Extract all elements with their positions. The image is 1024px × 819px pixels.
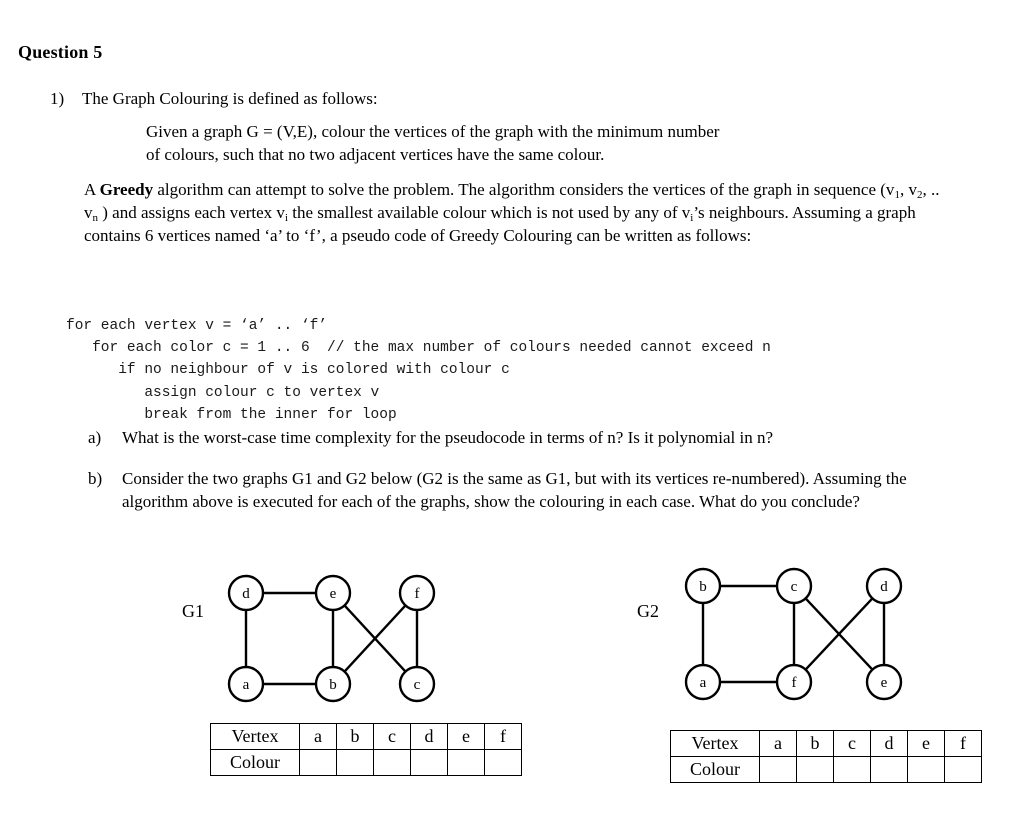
pseudocode-block: for each vertex v = ‘a’ .. ‘f’ for each …	[66, 317, 771, 424]
graph-node-label-b: b	[699, 579, 707, 595]
graph-node-label-f: f	[792, 675, 797, 691]
question-b-text: Consider the two graphs G1 and G2 below …	[122, 469, 907, 511]
greedy-sub-1: 1	[894, 189, 900, 201]
graph-node-c: c	[775, 567, 813, 605]
question-a: a) What is the worst-case time complexit…	[88, 427, 948, 450]
colour-table-g1: Vertex a b c d e f Colour	[210, 723, 522, 776]
table-colour-cell[interactable]	[484, 749, 522, 776]
graph-node-label-e: e	[330, 586, 337, 602]
graph-node-a: a	[684, 663, 722, 701]
greedy-part-5: ) and assigns each vertex v	[98, 202, 285, 222]
table-vertex-cell: b	[796, 730, 834, 757]
table-row: Vertex a b c d e f	[670, 730, 982, 757]
graph-node-f: f	[398, 574, 436, 612]
table-colour-cell[interactable]	[759, 756, 797, 783]
page-title: Question 5	[18, 42, 103, 62]
question-a-marker: a)	[88, 428, 102, 447]
graph-node-label-d: d	[880, 579, 888, 595]
table-row: Vertex a b c d e f	[210, 723, 522, 750]
table-vertex-cell: f	[944, 730, 982, 757]
graph-node-c: c	[398, 665, 436, 703]
table-vertex-cell: c	[373, 723, 411, 750]
table-vertex-cell: d	[410, 723, 448, 750]
graph-node-label-e: e	[881, 675, 888, 691]
table-colour-cell[interactable]	[833, 756, 871, 783]
graph-diagram-g2: b c d a f e	[684, 567, 903, 701]
table-vertex-cell: a	[299, 723, 337, 750]
graph-node-b: b	[684, 567, 722, 605]
table-row-header: Colour	[210, 749, 300, 776]
graph-node-d: d	[227, 574, 265, 612]
table-row-header: Colour	[670, 756, 760, 783]
colour-table-g2: Vertex a b c d e f Colour	[670, 730, 982, 783]
greedy-sub-3: n	[92, 211, 99, 224]
table-colour-cell[interactable]	[336, 749, 374, 776]
graph-node-label-b: b	[329, 677, 337, 693]
table-vertex-cell: a	[759, 730, 797, 757]
greedy-paragraph: A Greedy algorithm can attempt to solve …	[84, 179, 944, 248]
question-b: b) Consider the two graphs G1 and G2 bel…	[88, 468, 958, 514]
graph-node-e: e	[314, 574, 352, 612]
table-colour-cell[interactable]	[944, 756, 982, 783]
table-vertex-cell: b	[336, 723, 374, 750]
graph-node-label-c: c	[414, 677, 421, 693]
table-row: Colour	[210, 749, 522, 776]
list-item-1-text: The Graph Colouring is defined as follow…	[82, 89, 378, 108]
question-b-marker: b)	[88, 469, 103, 488]
table-row: Colour	[670, 756, 982, 783]
graph-node-label-a: a	[243, 677, 250, 693]
graph-node-label-c: c	[791, 579, 798, 595]
graph-node-b: b	[314, 665, 352, 703]
document-page: Question 5 1) The Graph Colouring is def…	[0, 0, 1024, 819]
greedy-part-2: algorithm can attempt to solve the probl…	[153, 180, 895, 199]
graph-node-f: f	[775, 663, 813, 701]
table-vertex-cell: e	[907, 730, 945, 757]
definition-block: Given a graph G = (V,E), colour the vert…	[146, 121, 906, 166]
definition-line-1: Given a graph G = (V,E), colour the vert…	[146, 122, 720, 141]
list-item-1-marker: 1)	[50, 89, 65, 108]
table-vertex-cell: c	[833, 730, 871, 757]
table-colour-cell[interactable]	[796, 756, 834, 783]
greedy-bold-word: Greedy	[99, 180, 154, 199]
question-a-text: What is the worst-case time complexity f…	[122, 428, 774, 447]
table-colour-cell[interactable]	[870, 756, 908, 783]
greedy-part-3: , v	[899, 180, 917, 199]
graph-node-label-a: a	[700, 675, 707, 691]
graph-node-label-f: f	[415, 586, 420, 602]
table-vertex-cell: f	[484, 723, 522, 750]
graph-node-label-d: d	[242, 586, 250, 602]
greedy-part-1: A	[84, 180, 100, 199]
graph-node-d: d	[865, 567, 903, 605]
greedy-sub-5: i	[690, 211, 694, 224]
graph-node-a: a	[227, 665, 265, 703]
definition-line-2: of colours, such that no two adjacent ve…	[146, 144, 605, 164]
table-colour-cell[interactable]	[907, 756, 945, 783]
table-vertex-cell: e	[447, 723, 485, 750]
table-colour-cell[interactable]	[299, 749, 337, 776]
table-vertex-cell: d	[870, 730, 908, 757]
table-colour-cell[interactable]	[410, 749, 448, 776]
greedy-sub-4: i	[284, 211, 288, 224]
table-row-header: Vertex	[210, 723, 300, 750]
greedy-part-6: the smallest available colour which is n…	[288, 202, 691, 222]
table-colour-cell[interactable]	[373, 749, 411, 776]
table-colour-cell[interactable]	[447, 749, 485, 776]
graph-diagram-g1: d e f a b c	[227, 574, 436, 703]
graph-node-e: e	[865, 663, 903, 701]
list-item-1: 1) The Graph Colouring is defined as fol…	[50, 88, 950, 109]
table-row-header: Vertex	[670, 730, 760, 757]
greedy-sub-2: 2	[916, 189, 923, 201]
